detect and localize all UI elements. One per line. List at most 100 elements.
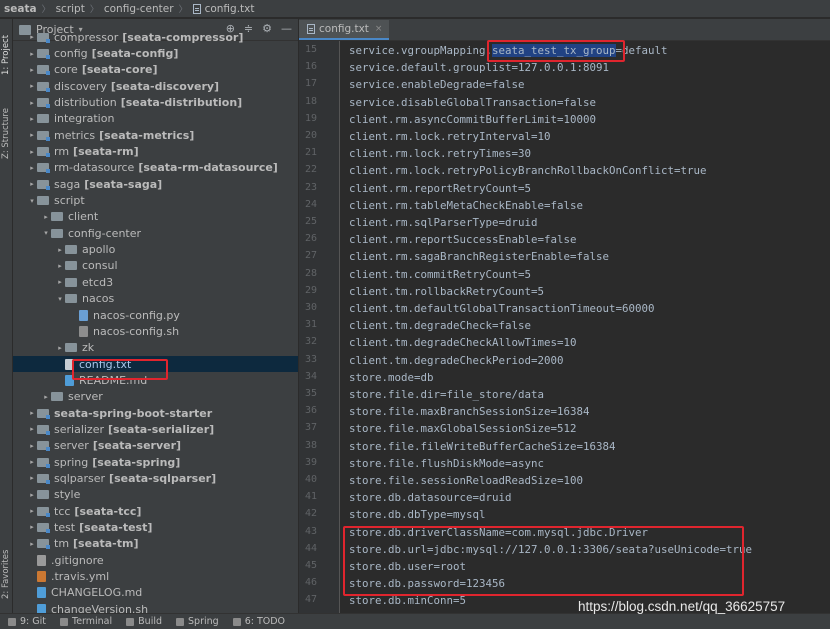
tree-item[interactable]: ▸ serializer [seata-serializer] bbox=[13, 421, 298, 437]
tree-item[interactable]: ▸ rm-datasource [seata-rm-datasource] bbox=[13, 160, 298, 176]
code-line[interactable]: service.vgroupMapping.seata_test_tx_grou… bbox=[349, 44, 668, 57]
tree-item[interactable]: ▸ client bbox=[13, 209, 298, 225]
breadcrumb-item[interactable]: script bbox=[56, 3, 85, 15]
tree-item[interactable]: README.md bbox=[13, 372, 298, 388]
chevron-right-icon[interactable]: ▸ bbox=[27, 491, 37, 499]
tab-structure[interactable]: Z: Structure bbox=[0, 99, 12, 169]
chevron-right-icon[interactable]: ▸ bbox=[27, 148, 37, 156]
tree-item[interactable]: ▾ script bbox=[13, 192, 298, 208]
chevron-right-icon[interactable]: ▸ bbox=[55, 278, 65, 286]
tree-item[interactable]: ▸ discovery [seata-discovery] bbox=[13, 78, 298, 94]
chevron-right-icon[interactable]: ▸ bbox=[55, 246, 65, 254]
code-line[interactable]: client.tm.commitRetryCount=5 bbox=[349, 268, 531, 281]
tree-item[interactable]: nacos-config.sh bbox=[13, 323, 298, 339]
tree-item[interactable]: .travis.yml bbox=[13, 568, 298, 584]
tool-window-button[interactable]: Build bbox=[126, 616, 162, 627]
code-line[interactable]: client.tm.degradeCheck=false bbox=[349, 319, 531, 332]
tree-item[interactable]: .gitignore bbox=[13, 552, 298, 568]
code-line[interactable]: client.rm.asyncCommitBufferLimit=10000 bbox=[349, 113, 596, 126]
tree-item[interactable]: ▸ consul bbox=[13, 258, 298, 274]
chevron-right-icon[interactable]: ▸ bbox=[27, 458, 37, 466]
chevron-right-icon[interactable]: ▸ bbox=[27, 540, 37, 548]
code-line[interactable]: store.file.maxBranchSessionSize=16384 bbox=[349, 405, 590, 418]
code-line[interactable]: service.default.grouplist=127.0.0.1:8091 bbox=[349, 61, 609, 74]
tool-window-button[interactable]: 6: TODO bbox=[232, 616, 285, 627]
tree-item[interactable]: ▸ etcd3 bbox=[13, 274, 298, 290]
chevron-right-icon[interactable]: ▸ bbox=[27, 50, 37, 58]
tree-item[interactable]: CHANGELOG.md bbox=[13, 585, 298, 601]
tree-item[interactable]: ▸ test [seata-test] bbox=[13, 519, 298, 535]
chevron-right-icon[interactable]: ▸ bbox=[27, 442, 37, 450]
tree-item[interactable]: ▸ zk bbox=[13, 340, 298, 356]
code-line[interactable]: store.db.datasource=druid bbox=[349, 491, 512, 504]
tree-item[interactable]: ▾ config-center bbox=[13, 225, 298, 241]
chevron-down-icon[interactable]: ▾ bbox=[27, 197, 37, 205]
tree-item[interactable]: ▸ integration bbox=[13, 111, 298, 127]
code-line[interactable]: store.db.url=jdbc:mysql://127.0.0.1:3306… bbox=[349, 543, 752, 556]
code-line[interactable]: client.rm.lock.retryInterval=10 bbox=[349, 130, 551, 143]
code-line[interactable]: client.tm.degradeCheckAllowTimes=10 bbox=[349, 336, 577, 349]
code-line[interactable]: client.tm.rollbackRetryCount=5 bbox=[349, 285, 544, 298]
code-line[interactable]: client.rm.reportSuccessEnable=false bbox=[349, 233, 577, 246]
tree-item[interactable]: ▸ metrics [seata-metrics] bbox=[13, 127, 298, 143]
tree-item[interactable]: ▸ apollo bbox=[13, 241, 298, 257]
chevron-right-icon[interactable]: ▸ bbox=[27, 33, 37, 41]
tree-item[interactable]: ▸ sqlparser [seata-sqlparser] bbox=[13, 470, 298, 486]
tree-item[interactable]: ▸ rm [seata-rm] bbox=[13, 143, 298, 159]
breadcrumb-item[interactable]: config.txt bbox=[205, 3, 255, 15]
code-line[interactable]: store.file.maxGlobalSessionSize=512 bbox=[349, 422, 577, 435]
code-line[interactable]: client.rm.sqlParserType=druid bbox=[349, 216, 538, 229]
tree-item[interactable]: ▾ nacos bbox=[13, 291, 298, 307]
code-line[interactable]: client.tm.degradeCheckPeriod=2000 bbox=[349, 354, 564, 367]
chevron-right-icon[interactable]: ▸ bbox=[41, 213, 51, 221]
tree-item[interactable]: ▸ server [seata-server] bbox=[13, 438, 298, 454]
code-line[interactable]: store.mode=db bbox=[349, 371, 434, 384]
chevron-right-icon[interactable]: ▸ bbox=[27, 82, 37, 90]
chevron-right-icon[interactable]: ▸ bbox=[27, 507, 37, 515]
chevron-right-icon[interactable]: ▸ bbox=[27, 523, 37, 531]
code-line[interactable]: store.db.minConn=5 bbox=[349, 594, 466, 607]
code-line[interactable]: store.file.flushDiskMode=async bbox=[349, 457, 544, 470]
tree-item[interactable]: ▸ tm [seata-tm] bbox=[13, 536, 298, 552]
tree-item[interactable]: ▸ seata-spring-boot-starter bbox=[13, 405, 298, 421]
chevron-right-icon[interactable]: ▸ bbox=[55, 262, 65, 270]
chevron-right-icon[interactable]: ▸ bbox=[27, 474, 37, 482]
code-line[interactable]: store.db.driverClassName=com.mysql.jdbc.… bbox=[349, 526, 648, 539]
chevron-right-icon[interactable]: ▸ bbox=[27, 409, 37, 417]
tree-item[interactable]: ▸ saga [seata-saga] bbox=[13, 176, 298, 192]
tree-item[interactable]: ▸ spring [seata-spring] bbox=[13, 454, 298, 470]
editor-tab-config-txt[interactable]: config.txt × bbox=[299, 20, 390, 40]
chevron-right-icon[interactable]: ▸ bbox=[27, 99, 37, 107]
code-line[interactable]: service.enableDegrade=false bbox=[349, 78, 525, 91]
chevron-down-icon[interactable]: ▾ bbox=[41, 229, 51, 237]
code-line[interactable]: store.db.dbType=mysql bbox=[349, 508, 486, 521]
code-line[interactable]: client.rm.reportRetryCount=5 bbox=[349, 182, 531, 195]
code-line[interactable]: store.file.fileWriteBufferCacheSize=1638… bbox=[349, 440, 616, 453]
tool-window-button[interactable]: 9: Git bbox=[8, 616, 46, 627]
code-line[interactable]: client.rm.sagaBranchRegisterEnable=false bbox=[349, 250, 609, 263]
code-line[interactable]: service.disableGlobalTransaction=false bbox=[349, 96, 596, 109]
chevron-right-icon[interactable]: ▸ bbox=[41, 393, 51, 401]
chevron-right-icon[interactable]: ▸ bbox=[27, 180, 37, 188]
code-line[interactable]: client.tm.defaultGlobalTransactionTimeou… bbox=[349, 302, 655, 315]
tree-item[interactable]: ▸ distribution [seata-distribution] bbox=[13, 94, 298, 110]
tree-item[interactable]: ▸ server bbox=[13, 389, 298, 405]
tree-item[interactable]: ▸ config [seata-config] bbox=[13, 45, 298, 61]
tree-item[interactable]: changeVersion.sh bbox=[13, 601, 298, 613]
code-line[interactable]: client.rm.lock.retryPolicyBranchRollback… bbox=[349, 164, 707, 177]
tree-item[interactable]: ▸ core [seata-core] bbox=[13, 62, 298, 78]
tree-item[interactable]: ▸ style bbox=[13, 487, 298, 503]
code-line[interactable]: store.db.password=123456 bbox=[349, 577, 505, 590]
chevron-right-icon[interactable]: ▸ bbox=[27, 164, 37, 172]
code-line[interactable]: client.rm.lock.retryTimes=30 bbox=[349, 147, 531, 160]
close-icon[interactable]: × bbox=[375, 24, 383, 34]
tree-item[interactable]: ▸ compressor [seata-compressor] bbox=[13, 29, 298, 45]
code-area[interactable]: service.vgroupMapping.seata_test_tx_grou… bbox=[349, 41, 830, 613]
chevron-right-icon[interactable]: ▸ bbox=[27, 131, 37, 139]
chevron-right-icon[interactable]: ▸ bbox=[27, 425, 37, 433]
breadcrumb-item[interactable]: seata bbox=[4, 3, 37, 15]
breadcrumb-item[interactable]: config-center bbox=[104, 3, 174, 15]
tree-item[interactable]: config.txt bbox=[13, 355, 298, 373]
tree-item[interactable]: nacos-config.py bbox=[13, 307, 298, 323]
tab-favorites[interactable]: 2: Favorites bbox=[0, 539, 12, 609]
